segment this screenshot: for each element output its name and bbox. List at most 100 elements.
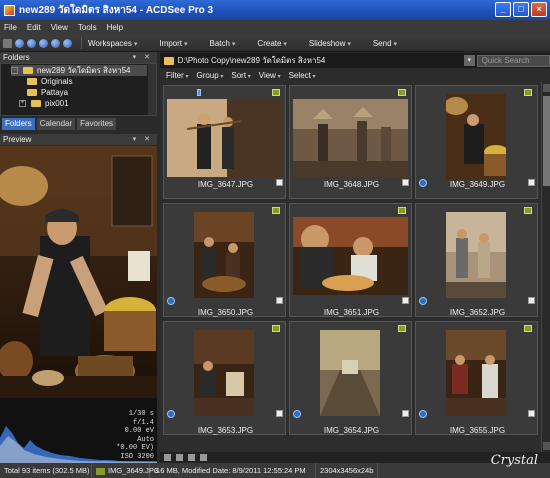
thumbnail-item[interactable]: IMG_3647.JPG xyxy=(163,85,286,199)
view-mode-icon[interactable] xyxy=(176,454,183,461)
tree-item-pattaya[interactable]: Pattaya xyxy=(27,87,68,98)
quick-search-input[interactable]: Quick Search xyxy=(476,54,550,67)
folders-panel-header: Folders ▾ ✕ xyxy=(0,52,157,63)
back-icon[interactable] xyxy=(15,38,24,48)
tree-item-root[interactable]: - new289 วัดใดมิตร สิงหา54 xyxy=(11,65,147,76)
tree-item-originals[interactable]: Originals xyxy=(27,76,73,87)
thumbnail-size-icon[interactable] xyxy=(164,454,171,461)
thumbnail-image xyxy=(446,212,506,298)
select-checkbox[interactable] xyxy=(402,297,409,304)
thumbnail-item[interactable]: IMG_3652.JPG xyxy=(415,203,538,317)
scrollbar-thumb[interactable] xyxy=(543,96,550,186)
select-checkbox[interactable] xyxy=(528,410,535,417)
tree-item-pix001[interactable]: + pix001 xyxy=(19,98,69,109)
folder-icon xyxy=(27,78,37,85)
jpg-badge-icon xyxy=(524,89,532,96)
folder-icon xyxy=(164,56,174,65)
thumbnail-filename: IMG_3654.JPG xyxy=(323,426,380,435)
close-button[interactable]: × xyxy=(531,2,547,17)
select-checkbox[interactable] xyxy=(276,410,283,417)
tab-favorites[interactable]: Favorites xyxy=(77,118,117,130)
group-menu[interactable]: Group xyxy=(196,71,223,80)
expand-icon[interactable]: + xyxy=(19,100,26,107)
menu-edit[interactable]: Edit xyxy=(27,23,41,32)
thumbnail-item[interactable]: IMG_3650.JPG xyxy=(163,203,286,317)
tree-scrollbar[interactable] xyxy=(148,64,156,115)
import-menu[interactable]: Import xyxy=(159,39,187,48)
rotate-icon[interactable] xyxy=(293,410,301,418)
thumbnail-item[interactable]: IMG_3655.JPG xyxy=(415,321,538,435)
rotate-icon[interactable] xyxy=(419,297,427,305)
workspaces-menu[interactable]: Workspaces xyxy=(88,39,137,48)
menu-tools[interactable]: Tools xyxy=(78,23,97,32)
tab-calendar[interactable]: Calendar xyxy=(36,118,76,130)
folder-tree: - new289 วัดใดมิตร สิงหา54 Originals Pat… xyxy=(0,63,157,116)
slideshow-menu[interactable]: Slideshow xyxy=(309,39,351,48)
home-icon[interactable] xyxy=(63,38,72,48)
rotate-icon[interactable] xyxy=(167,297,175,305)
select-checkbox[interactable] xyxy=(402,410,409,417)
jpg-badge-icon xyxy=(272,325,280,332)
forward-icon[interactable] xyxy=(27,38,36,48)
tree-item-label: pix001 xyxy=(45,99,69,108)
refresh-icon[interactable] xyxy=(51,38,60,48)
aperture: f/1.4 xyxy=(132,418,154,427)
collapse-icon[interactable]: - xyxy=(11,67,18,74)
tab-folders[interactable]: Folders xyxy=(2,118,35,130)
thumbnail-image xyxy=(194,330,254,416)
up-icon[interactable] xyxy=(39,38,48,48)
sort-menu[interactable]: Sort xyxy=(231,71,250,80)
send-menu[interactable]: Send xyxy=(373,39,397,48)
tag-icon xyxy=(197,89,201,96)
scroll-down-arrow[interactable] xyxy=(543,442,550,450)
menu-view[interactable]: View xyxy=(51,23,68,32)
thumbnail-image xyxy=(293,99,408,177)
jpg-badge-icon xyxy=(398,89,406,96)
rotate-icon[interactable] xyxy=(167,410,175,418)
select-checkbox[interactable] xyxy=(528,179,535,186)
preview-title: Preview xyxy=(3,135,32,144)
select-menu[interactable]: Select xyxy=(289,71,316,80)
thumbnail-item[interactable]: IMG_3653.JPG xyxy=(163,321,286,435)
minimize-button[interactable]: _ xyxy=(495,2,511,17)
select-checkbox[interactable] xyxy=(528,297,535,304)
thumbnail-image xyxy=(293,217,408,295)
thumbnail-item[interactable]: IMG_3648.JPG xyxy=(289,85,412,199)
filter-menu[interactable]: Filter xyxy=(166,71,188,80)
select-checkbox[interactable] xyxy=(276,179,283,186)
status-dimensions: 2304x3456x24b xyxy=(316,463,379,478)
menu-help[interactable]: Help xyxy=(107,23,123,32)
panel-controls[interactable]: ▾ ✕ xyxy=(133,52,153,63)
shutter-speed: 1/30 s xyxy=(128,410,154,418)
maximize-button[interactable]: □ xyxy=(513,2,529,17)
menu-file[interactable]: File xyxy=(4,23,17,32)
path-bar: D:\Photo Copy\new289 วัดใดมิตร สิงหา54 ▾… xyxy=(160,53,550,68)
exif-info: 1/30 s f/1.4 0.00 eV Auto *0.00 EV) ISO … xyxy=(116,410,154,461)
tree-item-label: Pattaya xyxy=(41,88,69,97)
batch-menu[interactable]: Batch xyxy=(209,39,235,48)
grid-scrollbar[interactable] xyxy=(541,82,550,452)
path-text[interactable]: D:\Photo Copy\new289 วัดใดมิตร สิงหา54 xyxy=(178,54,457,67)
flash-compensation: *0.00 EV) xyxy=(116,444,154,452)
create-menu[interactable]: Create xyxy=(257,39,286,48)
panel-controls[interactable]: ▾ ✕ xyxy=(133,134,153,145)
select-checkbox[interactable] xyxy=(276,297,283,304)
toolbar: Workspaces Import Batch Create Slideshow… xyxy=(0,35,550,52)
rotate-icon[interactable] xyxy=(419,410,427,418)
panel-tabs: Folders Calendar Favorites xyxy=(0,116,157,130)
details-icon[interactable] xyxy=(200,454,207,461)
jpg-badge-icon xyxy=(272,207,280,214)
filmstrip-icon[interactable] xyxy=(188,454,195,461)
view-menu[interactable]: View xyxy=(259,71,281,80)
scroll-up-arrow[interactable] xyxy=(543,84,550,92)
thumbnail-item[interactable]: IMG_3651.JPG xyxy=(289,203,412,317)
status-file: IMG_3649.JPG xyxy=(92,463,160,478)
thumbnail-item[interactable]: IMG_3649.JPG xyxy=(415,85,538,199)
white-balance: Auto xyxy=(137,435,154,444)
path-dropdown-button[interactable]: ▾ xyxy=(463,55,475,66)
histogram: 1/30 s f/1.4 0.00 eV Auto *0.00 EV) ISO … xyxy=(0,398,157,463)
select-checkbox[interactable] xyxy=(402,179,409,186)
thumbnail-item[interactable]: IMG_3654.JPG xyxy=(289,321,412,435)
title-bar: new289 วัดใดมิตร สิงหา54 - ACDSee Pro 3 … xyxy=(0,0,550,20)
list-icon[interactable] xyxy=(3,38,12,48)
